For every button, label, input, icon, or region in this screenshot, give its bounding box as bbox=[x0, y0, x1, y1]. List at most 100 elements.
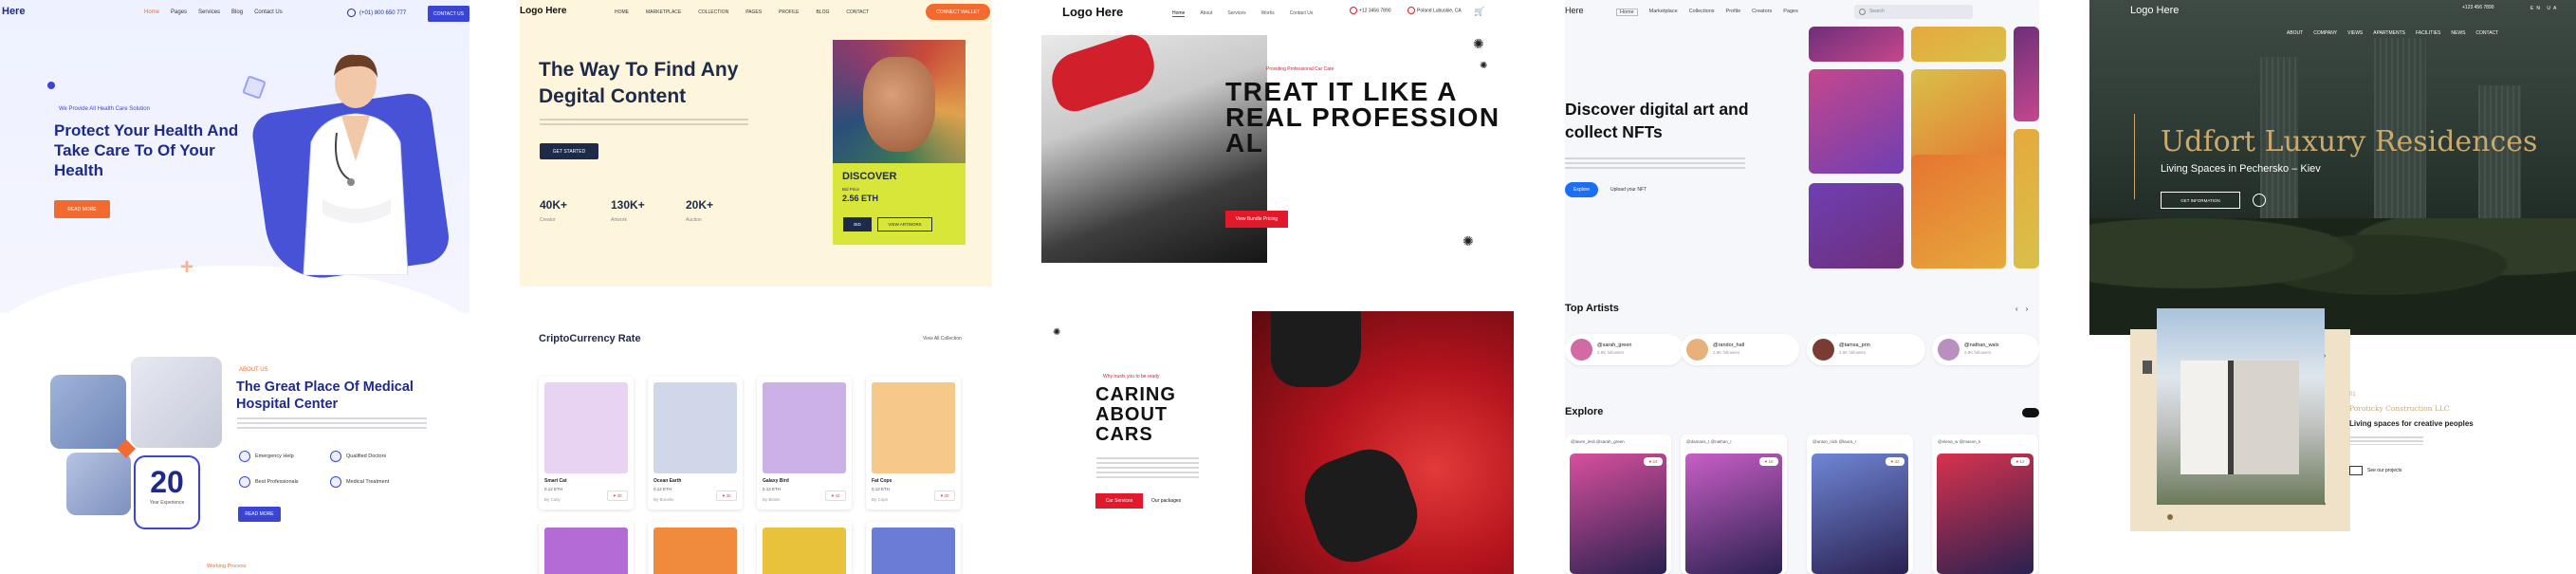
content-logo[interactable]: Logo Here bbox=[520, 6, 566, 16]
contact-us-button[interactable]: CONTACT US bbox=[428, 6, 469, 22]
residence-nav-apartments[interactable]: APARTMENTS bbox=[2373, 30, 2405, 36]
nft-nav-creators[interactable]: Creators bbox=[1752, 9, 1772, 16]
nft-nav-home[interactable]: Home bbox=[1616, 9, 1638, 16]
see-projects-link[interactable]: See our projects bbox=[2349, 466, 2401, 475]
residence-nav-news[interactable]: NEWS bbox=[2451, 30, 2465, 36]
residence-phone[interactable]: +123 456 7890 bbox=[2462, 5, 2494, 10]
bid-button[interactable]: BID bbox=[843, 217, 872, 231]
view-all-collection-link[interactable]: View All Collection bbox=[923, 336, 962, 342]
upload-nft-link[interactable]: Upload your NFT bbox=[1610, 187, 1647, 193]
medical-read-more-button[interactable]: READ MORE bbox=[54, 200, 110, 218]
content-hero-paragraph bbox=[540, 119, 748, 127]
content-nav-pages[interactable]: PAGES bbox=[745, 9, 762, 15]
nft-card[interactable]: Ocean Earth 0.12 ETH By Bonelio ♥ 40 bbox=[648, 377, 743, 509]
like-badge[interactable]: ♥ 32 bbox=[1886, 457, 1904, 466]
residence-nav-about[interactable]: ABOUT bbox=[2287, 30, 2303, 36]
experience-number: 20 bbox=[150, 465, 184, 499]
nft-nav-marketplace[interactable]: Marketplace bbox=[1649, 9, 1678, 16]
residence-nav-contact[interactable]: CONTACT bbox=[2475, 30, 2498, 36]
content-nav-contact[interactable]: CONTACT bbox=[846, 9, 869, 15]
nft-tile[interactable] bbox=[1809, 69, 1904, 174]
nft-tile[interactable] bbox=[1911, 155, 2006, 268]
medical-logo[interactable]: Here bbox=[2, 6, 25, 17]
cart-icon[interactable]: 🛒 bbox=[1474, 7, 1484, 17]
nft-card-row2[interactable] bbox=[648, 522, 743, 574]
connect-wallet-button[interactable]: CONNECT WALLET bbox=[926, 4, 990, 20]
nft-card-row2[interactable] bbox=[866, 522, 961, 574]
residence-nav-views[interactable]: VIEWS bbox=[2347, 30, 2363, 36]
arrow-right-icon[interactable]: › bbox=[2026, 305, 2036, 313]
medical-nav-contact[interactable]: Contact Us bbox=[254, 9, 283, 15]
content-nav-profile[interactable]: PROFILE bbox=[779, 9, 799, 15]
arrow-left-icon[interactable]: ‹ bbox=[2015, 305, 2026, 313]
like-button[interactable]: ♥ 40 bbox=[716, 491, 737, 501]
about-read-more-button[interactable]: READ MORE bbox=[238, 507, 281, 522]
artist-card[interactable]: @tamsa_prin 2.8K followers bbox=[1807, 334, 1925, 365]
get-started-button[interactable]: GET STARTED bbox=[540, 143, 598, 159]
cars-nav-contact[interactable]: Contact Us bbox=[1290, 10, 1314, 17]
like-badge[interactable]: ♥ 18 bbox=[1759, 457, 1778, 466]
medical-nav-pages[interactable]: Pages bbox=[171, 9, 187, 15]
nft-card[interactable]: Fat Cops 0.12 ETH By Cops ♥ 20 bbox=[866, 377, 961, 509]
like-badge[interactable]: ♥ 12 bbox=[2011, 457, 2030, 466]
cars-phone[interactable]: +12 3456 7890 bbox=[1350, 7, 1391, 14]
artist-card[interactable]: @nathan_wals 2.8K followers bbox=[1932, 334, 2039, 365]
nft-nav-collections[interactable]: Collections bbox=[1689, 9, 1715, 16]
nft-explore-card[interactable]: @damaris_t @nathan_r ♥ 18 bbox=[1681, 435, 1787, 574]
artist-card[interactable]: @randor_hall 2.8K followers bbox=[1681, 334, 1799, 365]
nft-tile[interactable] bbox=[2014, 129, 2039, 268]
cars-nav-about[interactable]: About bbox=[1200, 10, 1212, 17]
nft-card[interactable]: Galaxy Bird 0.12 ETH By Birder ♥ 42 bbox=[757, 377, 852, 509]
content-nav-home[interactable]: HOME bbox=[615, 9, 629, 15]
car-services-button[interactable]: Car Services bbox=[1095, 493, 1143, 509]
like-button[interactable]: ♥ 30 bbox=[607, 491, 628, 501]
nft-nav-pages[interactable]: Pages bbox=[1783, 9, 1798, 16]
our-packages-link[interactable]: Our packages bbox=[1151, 498, 1181, 504]
content-nav-collection[interactable]: COLLECTION bbox=[698, 9, 728, 15]
cars-nav-services[interactable]: Services bbox=[1227, 10, 1245, 17]
like-badge[interactable]: ♥ 24 bbox=[1644, 457, 1663, 466]
like-button[interactable]: ♥ 20 bbox=[934, 491, 955, 501]
nft-tile[interactable] bbox=[1809, 183, 1904, 268]
nft-explore-card[interactable]: @anton_nick @laura_r ♥ 32 bbox=[1807, 435, 1913, 574]
paint-splatter-icon: ✺ bbox=[1463, 233, 1474, 249]
nft-search-input[interactable]: Search bbox=[1854, 5, 1973, 19]
nft-card-owners: @anton_nick @laura_r bbox=[1812, 439, 1857, 444]
nft-tile[interactable] bbox=[2014, 27, 2039, 121]
residence-logo[interactable]: Logo Here bbox=[2130, 5, 2179, 16]
view-bundle-pricing-button[interactable]: View Bundle Pricing bbox=[1225, 211, 1288, 228]
explore-button[interactable]: Explore bbox=[1565, 182, 1598, 197]
arrow-right-icon[interactable]: › bbox=[2324, 501, 2326, 508]
nft-explore-card[interactable]: @elena_w @mason_k ♥ 12 bbox=[1932, 435, 2038, 574]
nft-tile[interactable] bbox=[1809, 27, 1904, 62]
cars-logo[interactable]: Logo Here bbox=[1062, 5, 1123, 19]
featured-artwork-image[interactable] bbox=[833, 40, 966, 163]
nft-tile[interactable] bbox=[1911, 27, 2006, 62]
cars-nav-home[interactable]: Home bbox=[1172, 10, 1186, 17]
nft-logo[interactable]: Here bbox=[1565, 6, 1584, 15]
like-button[interactable]: ♥ 42 bbox=[825, 491, 846, 501]
nft-card-row2[interactable] bbox=[539, 522, 634, 574]
language-switcher[interactable]: EN UA bbox=[2530, 6, 2559, 11]
residence-nav-facilities[interactable]: FACILITIES bbox=[2416, 30, 2440, 36]
medical-nav-services[interactable]: Services bbox=[198, 9, 220, 15]
medical-phone[interactable]: (+01) 800 650 777 bbox=[347, 9, 406, 17]
slider-dot[interactable] bbox=[2167, 514, 2173, 520]
nft-card-row2[interactable] bbox=[757, 522, 852, 574]
carousel-arrows[interactable]: ‹› bbox=[2015, 305, 2035, 313]
cars-nav-works[interactable]: Works bbox=[1261, 10, 1275, 17]
play-icon[interactable] bbox=[2253, 194, 2266, 207]
nft-explore-card[interactable]: @laven_lesli @sarah_green ♥ 24 bbox=[1565, 435, 1671, 574]
medical-nav-home[interactable]: Home bbox=[144, 9, 159, 15]
filter-pill[interactable] bbox=[2022, 408, 2039, 417]
content-nav-blog[interactable]: BLOG bbox=[816, 9, 829, 15]
view-artwork-button[interactable]: VIEW ARTWORK bbox=[877, 217, 932, 231]
medical-nav-blog[interactable]: Blog bbox=[231, 9, 243, 15]
arrow-right-icon[interactable]: › bbox=[2324, 353, 2326, 360]
nft-nav-profile[interactable]: Profile bbox=[1726, 9, 1741, 16]
artist-card[interactable]: @sarah_green 2.8K followers bbox=[1565, 334, 1684, 365]
nft-card[interactable]: Smart Cat 0.12 ETH By Cutiy ♥ 30 bbox=[539, 377, 634, 509]
get-information-button[interactable]: GET INFORMATION bbox=[2161, 192, 2240, 209]
residence-nav-company[interactable]: COMPANY bbox=[2313, 30, 2337, 36]
content-nav-marketplace[interactable]: MARKETPLACE bbox=[646, 9, 681, 15]
